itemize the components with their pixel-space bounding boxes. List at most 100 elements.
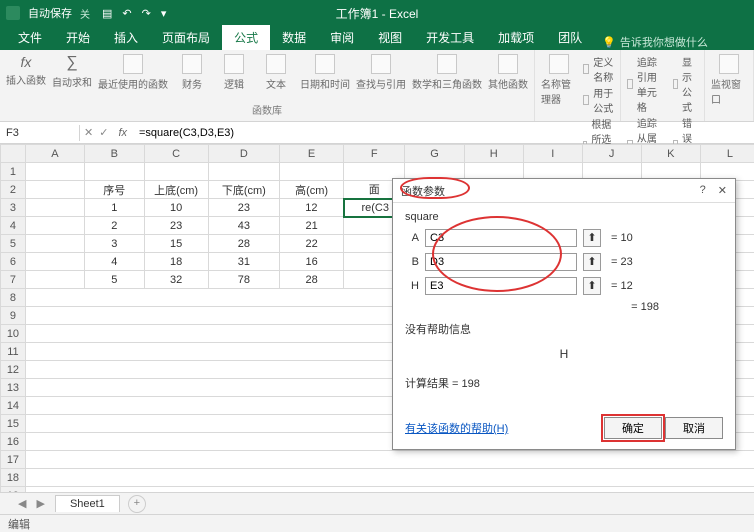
- sheet-nav-next-icon[interactable]: ▶: [36, 497, 44, 510]
- cell[interactable]: 上底(cm): [144, 181, 208, 199]
- tab-formula[interactable]: 公式: [222, 25, 270, 50]
- col-header[interactable]: G: [405, 145, 464, 163]
- row-header[interactable]: 12: [1, 361, 26, 379]
- cell[interactable]: 23: [208, 199, 279, 217]
- use-in-formula[interactable]: 用于公式: [583, 85, 614, 115]
- cell[interactable]: 序号: [85, 181, 144, 199]
- col-header[interactable]: C: [144, 145, 208, 163]
- col-header[interactable]: D: [208, 145, 279, 163]
- col-header[interactable]: I: [523, 145, 582, 163]
- autosum-button[interactable]: ∑自动求和: [52, 54, 92, 89]
- col-header[interactable]: K: [641, 145, 700, 163]
- col-header[interactable]: J: [582, 145, 641, 163]
- row-header[interactable]: 8: [1, 289, 26, 307]
- accept-formula-icon[interactable]: ✓: [99, 126, 108, 139]
- cell[interactable]: 16: [280, 253, 344, 271]
- tab-view[interactable]: 视图: [366, 25, 414, 50]
- cell[interactable]: 18: [144, 253, 208, 271]
- cell[interactable]: 5: [85, 271, 144, 289]
- row-header[interactable]: 14: [1, 397, 26, 415]
- row-header[interactable]: 4: [1, 217, 26, 235]
- undo-icon[interactable]: ↶: [122, 7, 131, 20]
- col-header[interactable]: F: [344, 145, 405, 163]
- tab-insert[interactable]: 插入: [102, 25, 150, 50]
- cell[interactable]: 2: [85, 217, 144, 235]
- arg-input-h[interactable]: [425, 277, 577, 295]
- dialog-help-icon[interactable]: ?: [700, 184, 706, 197]
- cell[interactable]: 28: [208, 235, 279, 253]
- fx-icon[interactable]: fx: [112, 127, 133, 139]
- financial-button[interactable]: 财务: [174, 54, 210, 91]
- cell[interactable]: 23: [144, 217, 208, 235]
- ok-button[interactable]: 确定: [604, 417, 662, 439]
- row-header[interactable]: 17: [1, 451, 26, 469]
- cell[interactable]: 43: [208, 217, 279, 235]
- save-icon[interactable]: ▤: [102, 7, 112, 20]
- range-picker-icon[interactable]: ⬆: [583, 229, 601, 247]
- autosave-toggle[interactable]: 关: [80, 6, 90, 21]
- redo-icon[interactable]: ↷: [142, 7, 151, 20]
- tab-layout[interactable]: 页面布局: [150, 25, 222, 50]
- cell[interactable]: 10: [144, 199, 208, 217]
- cell[interactable]: 31: [208, 253, 279, 271]
- arg-input-b[interactable]: [425, 253, 577, 271]
- row-header[interactable]: 13: [1, 379, 26, 397]
- range-picker-icon[interactable]: ⬆: [583, 277, 601, 295]
- row-header[interactable]: 7: [1, 271, 26, 289]
- select-all-corner[interactable]: [1, 145, 26, 163]
- row-header[interactable]: 5: [1, 235, 26, 253]
- tab-team[interactable]: 团队: [546, 25, 594, 50]
- row-header[interactable]: 1: [1, 163, 26, 181]
- text-button[interactable]: 文本: [258, 54, 294, 91]
- sheet-tab[interactable]: Sheet1: [55, 495, 120, 512]
- cell[interactable]: 4: [85, 253, 144, 271]
- name-manager-button[interactable]: 名称管理器: [541, 54, 577, 106]
- logical-button[interactable]: 逻辑: [216, 54, 252, 91]
- math-trig-button[interactable]: 数学和三角函数: [412, 54, 482, 91]
- define-name[interactable]: 定义名称: [583, 54, 614, 84]
- tab-file[interactable]: 文件: [6, 25, 54, 50]
- watch-window-button[interactable]: 监视窗口: [711, 54, 747, 106]
- tab-review[interactable]: 审阅: [318, 25, 366, 50]
- cell[interactable]: 12: [280, 199, 344, 217]
- cell[interactable]: 高(cm): [280, 181, 344, 199]
- name-box[interactable]: F3: [0, 125, 80, 141]
- cell[interactable]: 32: [144, 271, 208, 289]
- tab-data[interactable]: 数据: [270, 25, 318, 50]
- show-formulas[interactable]: 显示公式: [673, 54, 698, 114]
- col-header[interactable]: A: [25, 145, 84, 163]
- row-header[interactable]: 6: [1, 253, 26, 271]
- cell[interactable]: 22: [280, 235, 344, 253]
- cancel-formula-icon[interactable]: ✕: [84, 126, 93, 139]
- tab-addin[interactable]: 加载项: [486, 25, 546, 50]
- trace-precedents[interactable]: 追踪引用单元格: [627, 54, 666, 114]
- cell[interactable]: 15: [144, 235, 208, 253]
- insert-function-button[interactable]: fx插入函数: [6, 54, 46, 87]
- dialog-close-icon[interactable]: ✕: [718, 184, 727, 197]
- row-header[interactable]: 3: [1, 199, 26, 217]
- tab-dev[interactable]: 开发工具: [414, 25, 486, 50]
- cell[interactable]: 28: [280, 271, 344, 289]
- cell[interactable]: 21: [280, 217, 344, 235]
- cancel-button[interactable]: 取消: [665, 417, 723, 439]
- cell[interactable]: 1: [85, 199, 144, 217]
- qa-more-icon[interactable]: ▾: [161, 7, 167, 20]
- row-header[interactable]: 15: [1, 415, 26, 433]
- function-help-link[interactable]: 有关该函数的帮助(H): [405, 420, 508, 436]
- col-header[interactable]: B: [85, 145, 144, 163]
- lookup-button[interactable]: 查找与引用: [356, 54, 406, 91]
- row-header[interactable]: 11: [1, 343, 26, 361]
- cell[interactable]: 78: [208, 271, 279, 289]
- cell[interactable]: 3: [85, 235, 144, 253]
- row-header[interactable]: 9: [1, 307, 26, 325]
- tab-home[interactable]: 开始: [54, 25, 102, 50]
- row-header[interactable]: 2: [1, 181, 26, 199]
- col-header[interactable]: H: [464, 145, 523, 163]
- row-header[interactable]: 18: [1, 469, 26, 487]
- recent-fn-button[interactable]: 最近使用的函数: [98, 54, 168, 91]
- row-header[interactable]: 10: [1, 325, 26, 343]
- range-picker-icon[interactable]: ⬆: [583, 253, 601, 271]
- row-header[interactable]: 16: [1, 433, 26, 451]
- cell[interactable]: 下底(cm): [208, 181, 279, 199]
- col-header[interactable]: E: [280, 145, 344, 163]
